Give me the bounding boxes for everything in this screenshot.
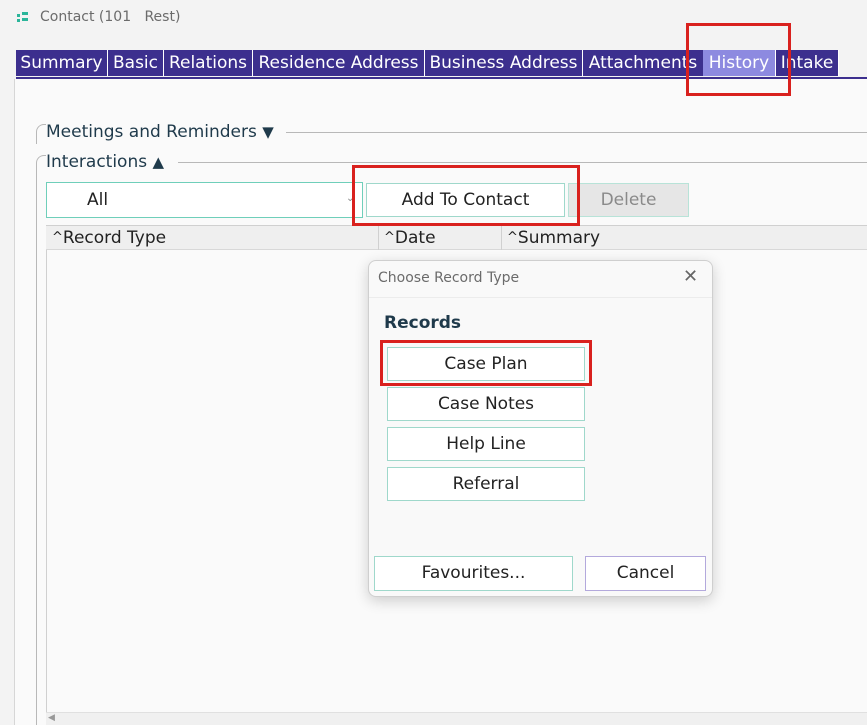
column-summary[interactable]: ^Summary — [507, 226, 600, 250]
delete-button[interactable]: Delete — [568, 183, 689, 217]
tab-underline — [16, 77, 867, 79]
record-referral-button[interactable]: Referral — [387, 467, 585, 501]
close-icon[interactable]: ✕ — [683, 266, 698, 287]
meetings-separator — [286, 132, 867, 133]
meetings-section-header[interactable]: Meetings and Reminders ▼ — [46, 122, 274, 142]
record-case-plan-button[interactable]: Case Plan — [387, 347, 585, 381]
table-header: ^Record Type ^Date ^Summary — [46, 225, 867, 250]
interactions-separator — [178, 162, 867, 163]
meetings-frame — [36, 124, 46, 144]
record-help-line-button[interactable]: Help Line — [387, 427, 585, 461]
horizontal-scrollbar[interactable] — [46, 712, 867, 725]
record-case-notes-button[interactable]: Case Notes — [387, 387, 585, 421]
interactions-section-header[interactable]: Interactions ▲ — [46, 152, 164, 172]
sort-icon: ^ — [507, 230, 518, 245]
column-summary-label: Summary — [517, 228, 601, 248]
column-date[interactable]: ^Date — [384, 226, 436, 250]
column-divider[interactable] — [378, 226, 379, 250]
favourites-button[interactable]: Favourites... — [374, 556, 573, 591]
tab-summary[interactable]: Summary — [16, 50, 108, 76]
dialog-separator — [369, 297, 712, 298]
tab-intake[interactable]: Intake — [776, 50, 839, 76]
column-record-type-label: Record Type — [62, 228, 167, 248]
scroll-left-icon[interactable]: ◀ — [48, 713, 55, 723]
sort-icon: ^ — [384, 230, 395, 245]
interactions-section-label: Interactions — [46, 152, 148, 172]
tab-basic[interactable]: Basic — [108, 50, 164, 76]
tab-bar: Summary Basic Relations Residence Addres… — [16, 50, 867, 78]
tab-business-address[interactable]: Business Address — [425, 50, 583, 76]
interactions-frame — [36, 155, 46, 725]
tab-attachments[interactable]: Attachments — [583, 50, 704, 76]
tab-residence-address[interactable]: Residence Address — [253, 50, 425, 76]
meetings-section-label: Meetings and Reminders — [46, 122, 257, 142]
window-title: Contact (101 Rest) — [40, 9, 181, 25]
chevron-down-icon: ⌄ — [346, 193, 355, 204]
record-filter-select[interactable]: All — [46, 182, 363, 218]
tab-relations[interactable]: Relations — [164, 50, 253, 76]
collapse-arrow-icon[interactable]: ▲ — [153, 153, 165, 171]
column-record-type[interactable]: ^Record Type — [52, 226, 166, 250]
dialog-title: Choose Record Type — [378, 270, 520, 286]
add-to-contact-button[interactable]: Add To Contact — [366, 183, 565, 217]
expand-arrow-icon[interactable]: ▼ — [262, 123, 274, 141]
sort-icon: ^ — [52, 230, 63, 245]
records-section-label: Records — [384, 313, 462, 333]
column-date-label: Date — [394, 228, 436, 248]
cancel-button[interactable]: Cancel — [585, 556, 706, 591]
column-divider[interactable] — [501, 226, 502, 250]
tab-history[interactable]: History — [703, 50, 776, 76]
app-icon — [16, 10, 30, 24]
